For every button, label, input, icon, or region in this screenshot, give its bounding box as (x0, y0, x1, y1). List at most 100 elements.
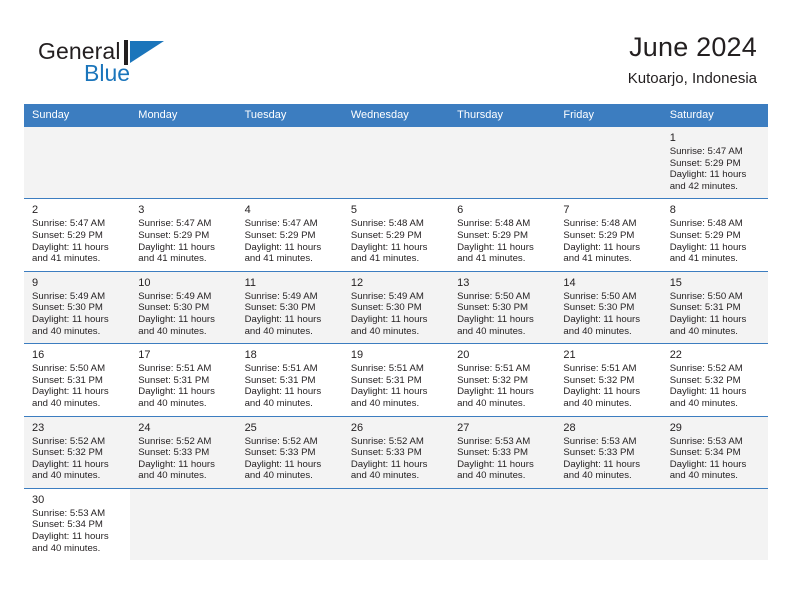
calendar-day-cell[interactable]: 30 Sunrise: 5:53 AM Sunset: 5:34 PM Dayligh… (24, 487, 131, 561)
day-number: 26 (350, 421, 364, 434)
calendar-day-cell[interactable]: 26 Sunrise: 5:52 AM Sunset: 5:33 PM Dayligh… (342, 415, 450, 489)
calendar-day-cell[interactable]: 19 Sunrise: 5:51 AM Sunset: 5:31 PM Dayligh… (342, 343, 450, 416)
calendar-day-cell[interactable]: 5 Sunrise: 5:48 AM Sunset: 5:29 PM Daylight… (342, 198, 450, 272)
daylight-text-line1: Daylight: 11 hours (32, 241, 109, 253)
general-blue-logo[interactable]: General Blue (38, 38, 218, 94)
daylight-text-line2: and 41 minutes. (32, 253, 101, 265)
daylight-text-line1: Daylight: 11 hours (669, 313, 747, 325)
daylight-text-line1: Daylight: 11 hours (32, 386, 109, 398)
calendar-day-cell[interactable]: 29 Sunrise: 5:53 AM Sunset: 5:34 PM Dayligh… (661, 415, 768, 489)
calendar-day-cell[interactable]: 28 Sunrise: 5:53 AM Sunset: 5:33 PM Dayligh… (555, 415, 662, 489)
calendar-week-row: 30 Sunrise: 5:53 AM Sunset: 5:34 PM Dayligh… (24, 487, 768, 561)
title-block: June 2024 Kutoarjo, Indonesia (628, 30, 757, 90)
daylight-text-line1: Daylight: 11 hours (669, 169, 747, 181)
sunset-text: Sunset: 5:33 PM (350, 447, 422, 459)
calendar-day-cell-empty (130, 125, 237, 199)
daylight-text-line2: and 40 minutes. (457, 325, 526, 337)
calendar-day-cell[interactable]: 20 Sunrise: 5:51 AM Sunset: 5:32 PM Dayligh… (449, 343, 556, 416)
calendar-day-cell[interactable]: 14 Sunrise: 5:50 AM Sunset: 5:30 PM Dayligh… (555, 270, 662, 344)
day-number: 5 (350, 204, 357, 217)
daylight-text-line1: Daylight: 11 hours (350, 241, 428, 253)
daylight-text-line2: and 40 minutes. (350, 325, 420, 337)
day-number: 15 (669, 276, 682, 289)
calendar-day-cell[interactable]: 12 Sunrise: 5:49 AM Sunset: 5:30 PM Dayligh… (342, 270, 450, 344)
daylight-text-line1: Daylight: 11 hours (457, 313, 534, 325)
sunrise-text: Sunrise: 5:49 AM (244, 290, 318, 302)
weekday-header-tuesday: Tuesday (236, 104, 343, 127)
daylight-text-line1: Daylight: 11 hours (563, 458, 641, 470)
day-number: 8 (669, 204, 676, 217)
sunset-text: Sunset: 5:31 PM (350, 374, 422, 386)
calendar-day-cell[interactable]: 6 Sunrise: 5:48 AM Sunset: 5:29 PM Daylight… (449, 198, 556, 272)
daylight-text-line1: Daylight: 11 hours (244, 241, 322, 253)
calendar-day-cell-empty (24, 125, 131, 199)
flag-icon (124, 40, 166, 65)
calendar-day-cell-empty (555, 487, 662, 561)
calendar-day-cell[interactable]: 13 Sunrise: 5:50 AM Sunset: 5:30 PM Dayligh… (449, 270, 556, 344)
sunrise-text: Sunrise: 5:51 AM (350, 363, 424, 375)
sunrise-text: Sunrise: 5:50 AM (32, 363, 106, 375)
calendar-day-cell[interactable]: 24 Sunrise: 5:52 AM Sunset: 5:33 PM Dayligh… (130, 415, 237, 489)
calendar-day-cell[interactable]: 18 Sunrise: 5:51 AM Sunset: 5:31 PM Dayligh… (236, 343, 343, 416)
daylight-text-line2: and 40 minutes. (244, 470, 313, 482)
daylight-text-line2: and 40 minutes. (350, 470, 420, 482)
calendar-day-cell[interactable]: 1 Sunrise: 5:47 AM Sunset: 5:29 PM Daylight… (661, 125, 768, 199)
calendar-day-cell[interactable]: 8 Sunrise: 5:48 AM Sunset: 5:29 PM Daylight… (661, 198, 768, 272)
day-number: 2 (32, 204, 39, 217)
sunrise-text: Sunrise: 5:50 AM (563, 290, 637, 302)
calendar-day-cell[interactable]: 22 Sunrise: 5:52 AM Sunset: 5:32 PM Dayligh… (661, 343, 768, 416)
sunrise-text: Sunrise: 5:52 AM (244, 435, 318, 447)
sunset-text: Sunset: 5:29 PM (32, 229, 103, 241)
sunrise-text: Sunrise: 5:53 AM (563, 435, 637, 447)
daylight-text-line2: and 40 minutes. (32, 325, 101, 337)
sunset-text: Sunset: 5:32 PM (32, 447, 103, 459)
daylight-text-line1: Daylight: 11 hours (669, 458, 747, 470)
daylight-text-line1: Daylight: 11 hours (563, 386, 641, 398)
sunset-text: Sunset: 5:33 PM (244, 447, 316, 459)
day-number: 13 (457, 276, 470, 289)
calendar-day-cell[interactable]: 3 Sunrise: 5:47 AM Sunset: 5:29 PM Daylight… (130, 198, 237, 272)
day-number: 18 (244, 349, 257, 362)
calendar-day-cell[interactable]: 4 Sunrise: 5:47 AM Sunset: 5:29 PM Daylight… (236, 198, 343, 272)
calendar-day-cell[interactable]: 11 Sunrise: 5:49 AM Sunset: 5:30 PM Dayligh… (236, 270, 343, 344)
sunset-text: Sunset: 5:30 PM (457, 302, 529, 314)
calendar-day-cell[interactable]: 25 Sunrise: 5:52 AM Sunset: 5:33 PM Dayligh… (236, 415, 343, 489)
calendar-day-cell[interactable]: 27 Sunrise: 5:53 AM Sunset: 5:33 PM Dayligh… (449, 415, 556, 489)
daylight-text-line1: Daylight: 11 hours (563, 313, 641, 325)
daylight-text-line2: and 41 minutes. (244, 253, 313, 265)
calendar-day-cell[interactable]: 7 Sunrise: 5:48 AM Sunset: 5:29 PM Daylight… (555, 198, 662, 272)
calendar-day-cell[interactable]: 21 Sunrise: 5:51 AM Sunset: 5:32 PM Dayligh… (555, 343, 662, 416)
calendar-week-row: 1 Sunrise: 5:47 AM Sunset: 5:29 PM Daylight… (24, 125, 768, 199)
calendar-day-cell[interactable]: 2 Sunrise: 5:47 AM Sunset: 5:29 PM Daylight… (24, 198, 131, 272)
sunrise-text: Sunrise: 5:51 AM (457, 363, 531, 375)
sunset-text: Sunset: 5:33 PM (138, 447, 210, 459)
calendar-day-cell[interactable]: 9 Sunrise: 5:49 AM Sunset: 5:30 PM Daylight… (24, 270, 131, 344)
page-title: June 2024 (629, 32, 757, 62)
day-number: 23 (32, 421, 45, 434)
day-number: 19 (350, 349, 364, 362)
calendar-day-cell[interactable]: 10 Sunrise: 5:49 AM Sunset: 5:30 PM Dayligh… (130, 270, 237, 344)
sunrise-text: Sunrise: 5:52 AM (350, 435, 424, 447)
day-number: 27 (457, 421, 470, 434)
daylight-text-line1: Daylight: 11 hours (138, 458, 215, 470)
day-number: 29 (669, 421, 682, 434)
calendar-day-cell-empty (449, 125, 556, 199)
daylight-text-line1: Daylight: 11 hours (563, 241, 641, 253)
calendar-day-cell[interactable]: 23 Sunrise: 5:52 AM Sunset: 5:32 PM Dayligh… (24, 415, 131, 489)
day-number: 1 (669, 132, 676, 144)
daylight-text-line2: and 40 minutes. (138, 470, 207, 482)
weekday-header-row: Sunday Monday Tuesday Wednesday Thursday… (24, 104, 768, 127)
calendar-day-cell[interactable]: 15 Sunrise: 5:50 AM Sunset: 5:31 PM Dayligh… (661, 270, 768, 344)
day-number: 24 (138, 421, 151, 434)
weekday-header-sunday: Sunday (24, 104, 131, 127)
sunset-text: Sunset: 5:31 PM (669, 302, 741, 314)
daylight-text-line2: and 40 minutes. (457, 397, 526, 409)
daylight-text-line2: and 40 minutes. (669, 397, 738, 409)
flag-triangle (130, 41, 164, 63)
day-number: 22 (669, 349, 682, 362)
daylight-text-line1: Daylight: 11 hours (138, 386, 215, 398)
daylight-text-line1: Daylight: 11 hours (350, 313, 428, 325)
sunrise-sunset-calendar: Sunday Monday Tuesday Wednesday Thursday… (24, 104, 768, 561)
calendar-day-cell[interactable]: 17 Sunrise: 5:51 AM Sunset: 5:31 PM Dayligh… (130, 343, 237, 416)
calendar-day-cell[interactable]: 16 Sunrise: 5:50 AM Sunset: 5:31 PM Dayligh… (24, 343, 131, 416)
